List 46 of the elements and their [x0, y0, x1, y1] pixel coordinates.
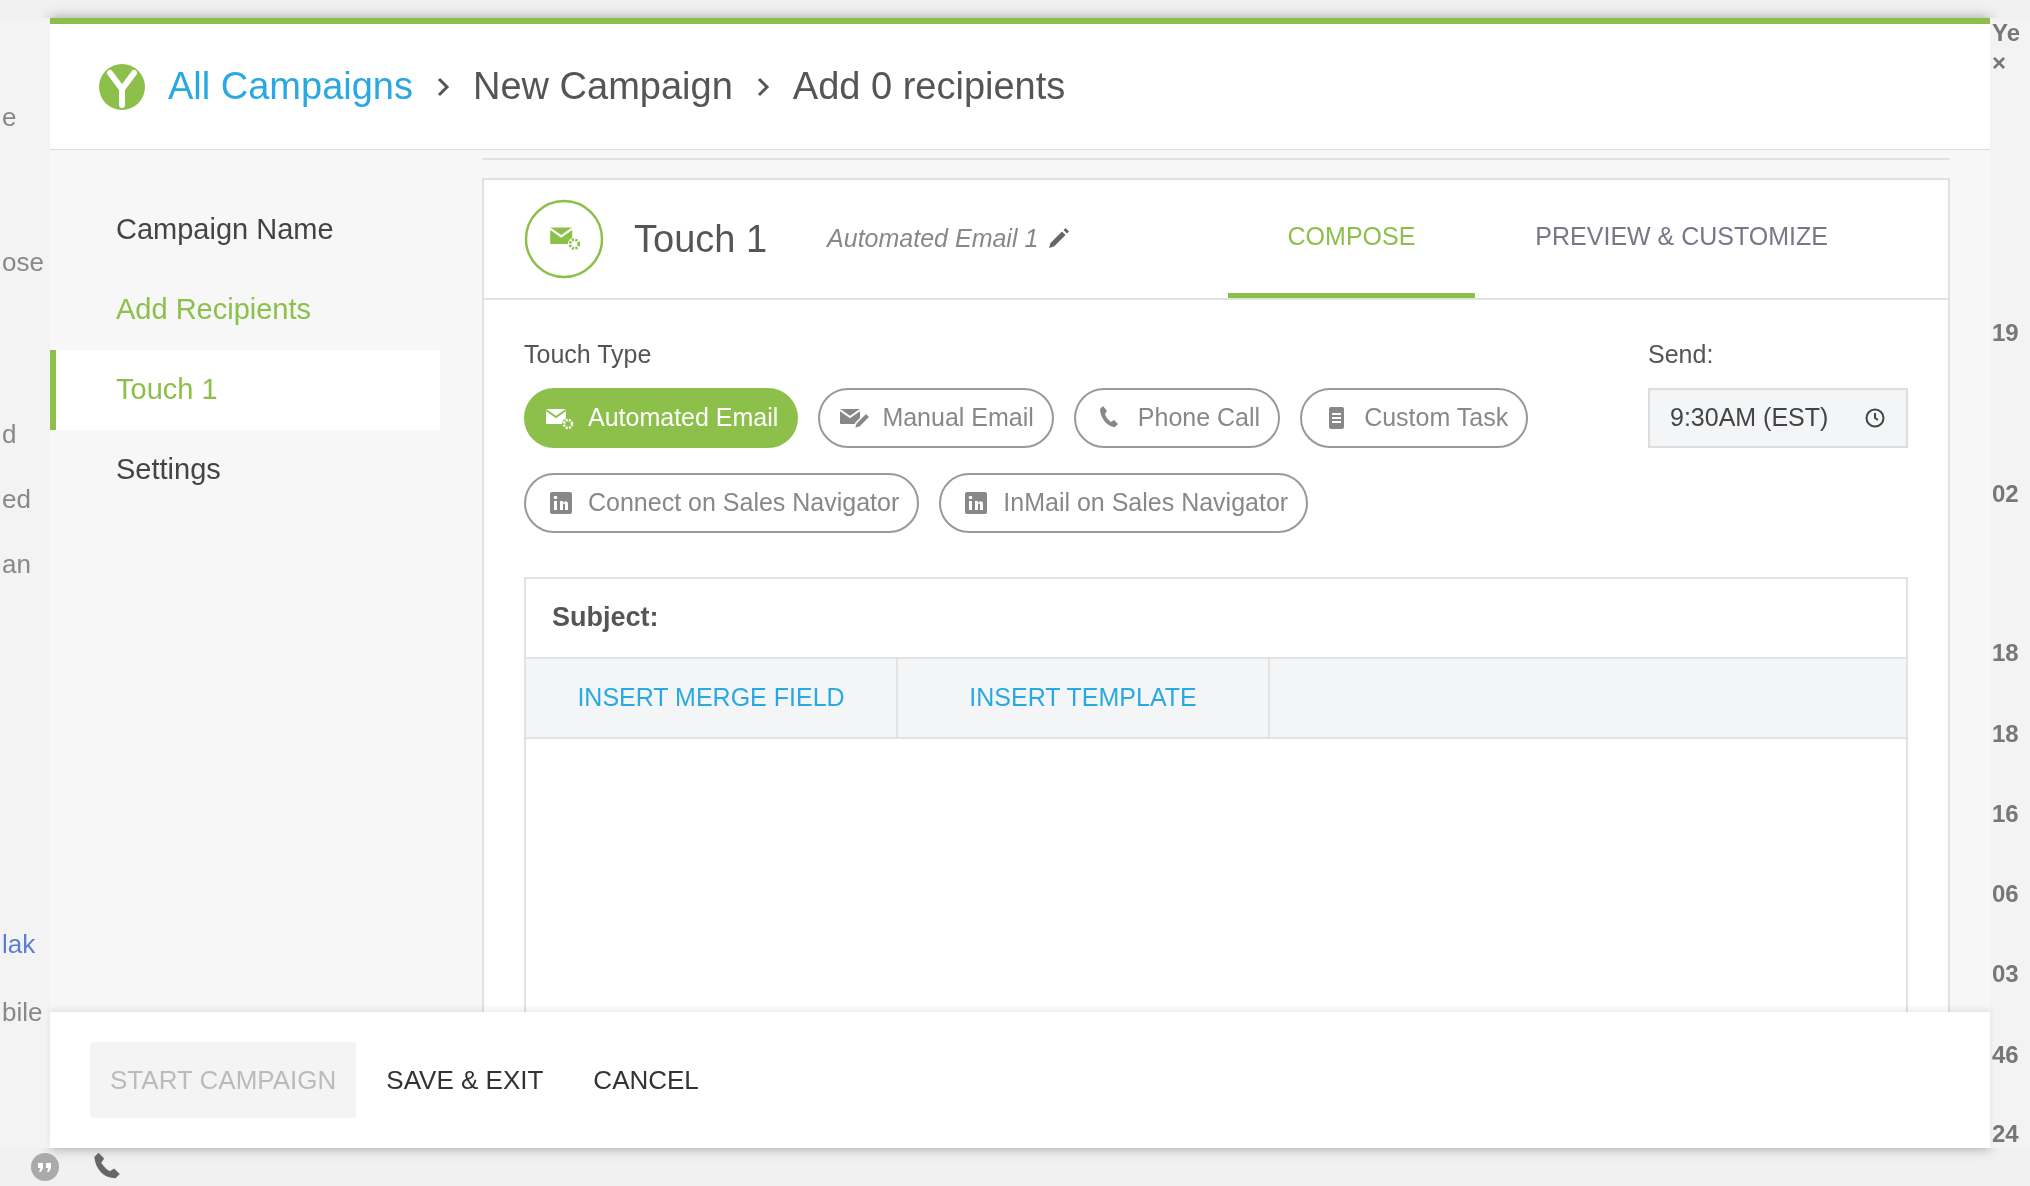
footer-button[interactable]: CANCEL — [573, 1042, 719, 1118]
background-text-fragment: an — [2, 548, 31, 581]
touch-type-label: Touch Type — [524, 339, 653, 370]
send-label: Send: — [1648, 339, 1715, 370]
touch-type-option[interactable]: Connect on Sales Navigator — [524, 472, 920, 533]
tab[interactable]: COMPOSE — [1227, 180, 1476, 298]
background-text-fragment: d — [2, 418, 17, 451]
touch-type-option[interactable]: InMail on Sales Navigator — [939, 472, 1309, 533]
breadcrumb-item: New Campaign — [473, 64, 733, 109]
tab[interactable]: PREVIEW & CUSTOMIZE — [1475, 180, 1888, 298]
toolbar-button[interactable]: INSERT MERGE FIELD — [526, 658, 898, 737]
sidebar-item[interactable]: Campaign Name — [50, 190, 440, 270]
touch-type-option[interactable]: Phone Call — [1073, 387, 1281, 448]
touch-type-option[interactable]: Manual Email — [818, 387, 1054, 448]
breadcrumb-link[interactable]: All Campaigns — [168, 58, 413, 115]
background-time-fragment: 16 — [1992, 799, 2020, 829]
background-text-fragment: × — [1992, 48, 2007, 78]
background-time-fragment: 18 — [1992, 719, 2020, 749]
touch-type-option[interactable]: Custom Task — [1300, 387, 1529, 448]
background-time-fragment: 02 — [1992, 479, 2020, 509]
background-time-fragment: 06 — [1992, 879, 2020, 909]
background-time-fragment: 19 — [1992, 318, 2020, 348]
background-time-fragment: 46 — [1992, 1040, 2020, 1070]
background-time-fragment: 03 — [1992, 959, 2020, 989]
background-text-fragment: ose — [2, 246, 44, 279]
breadcrumb-item: Add 0 recipients — [792, 64, 1066, 109]
background-text-fragment: e — [2, 101, 17, 134]
sidebar-item[interactable]: Settings — [50, 430, 440, 510]
background-text-fragment: Ye — [1992, 18, 2022, 48]
logo-icon — [98, 62, 146, 111]
background-time-fragment: 24 — [1992, 1119, 2020, 1149]
clock-icon — [1864, 406, 1886, 429]
toolbar-button[interactable]: INSERT TEMPLATE — [898, 658, 1270, 737]
pencil-icon[interactable] — [1046, 227, 1071, 251]
touch-name: Automated Email 1 — [827, 223, 1039, 255]
background-text-fragment: ed — [2, 483, 31, 516]
touch-title: Touch 1 — [634, 216, 768, 262]
background-link-fragment[interactable]: lak — [2, 926, 36, 962]
envelope-gear-icon — [524, 199, 604, 279]
background-text-fragment: bile — [2, 996, 43, 1029]
send-time-field[interactable]: 9:30AM (EST) — [1648, 387, 1908, 448]
sidebar-item[interactable]: Add Recipients — [50, 270, 440, 350]
background-time-fragment: 18 — [1992, 638, 2020, 668]
footer-button[interactable]: SAVE & EXIT — [366, 1042, 564, 1118]
sidebar-item[interactable]: Touch 1 — [50, 350, 440, 430]
touch-type-option[interactable]: Automated Email — [524, 387, 799, 448]
